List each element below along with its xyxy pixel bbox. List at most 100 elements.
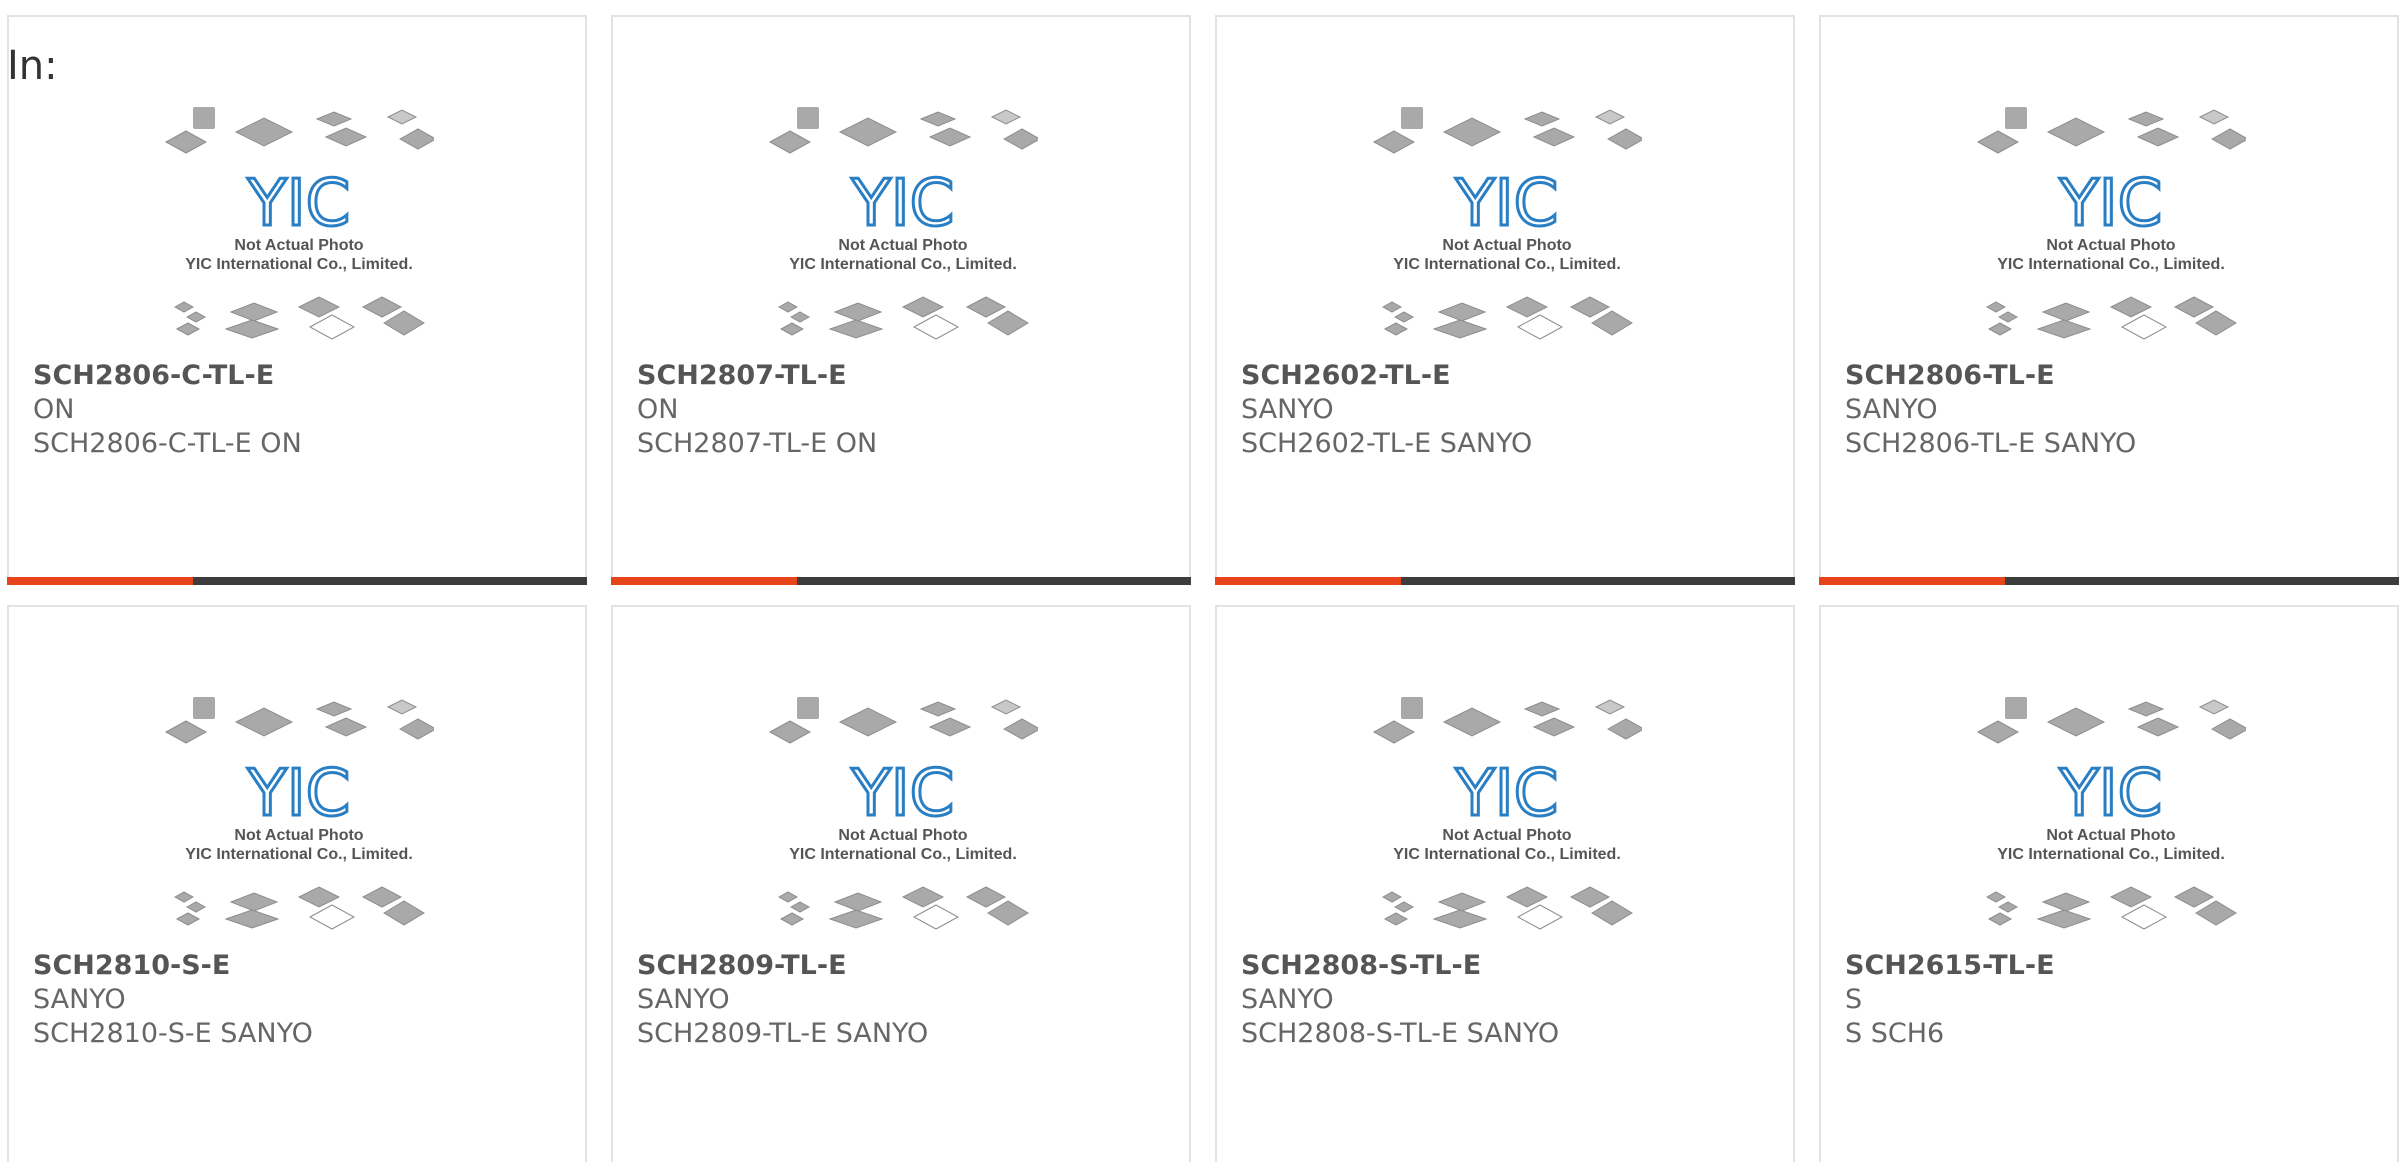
chip-shape xyxy=(928,127,972,147)
product-thumbnail[interactable]: YIC Not Actual Photo YIC International Co.… xyxy=(768,697,1038,937)
chip-shape xyxy=(828,909,884,929)
placeholder-graphic: YICNot Actual Photo YIC International Co.… xyxy=(1372,107,1642,340)
chip-shape xyxy=(383,900,425,926)
chip-shape xyxy=(1606,128,1642,150)
chip-shape xyxy=(777,891,799,903)
thumbnail-caption-1: Not Actual Photo xyxy=(2046,827,2175,844)
card-bar-accent xyxy=(7,577,193,585)
thumbnail-caption-2: YIC International Co., Limited. xyxy=(1997,846,2225,863)
chip-shape xyxy=(2195,310,2237,336)
product-thumbnail[interactable]: YIC Not Actual Photo YIC International Co.… xyxy=(1372,697,1642,937)
chip-shape xyxy=(1591,900,1633,926)
product-part-number[interactable]: SCH2809-TL-E xyxy=(637,950,847,981)
product-part-number[interactable]: SCH2602-TL-E xyxy=(1241,360,1451,391)
product-brand: ON xyxy=(637,394,679,425)
placeholder-graphic: YICNot Actual Photo YIC International Co.… xyxy=(164,697,434,930)
chip-shape xyxy=(2005,107,2027,129)
chip-shape xyxy=(1523,701,1561,717)
product-card[interactable]: YIC Not Actual Photo YIC International Co.… xyxy=(1819,15,2399,585)
in-label: In: xyxy=(7,43,58,89)
card-bar-accent xyxy=(611,577,797,585)
chip-shape xyxy=(308,904,356,930)
chip-shape xyxy=(185,311,207,323)
chip-shape xyxy=(315,111,353,127)
chip-shape xyxy=(1569,886,1611,908)
chip-shape xyxy=(324,717,368,737)
chip-shape xyxy=(173,891,195,903)
product-thumbnail[interactable]: YIC Not Actual Photo YIC International Co.… xyxy=(1372,107,1642,347)
product-thumbnail[interactable]: YIC Not Actual Photo YIC International Co.… xyxy=(1976,697,2246,937)
product-part-number[interactable]: SCH2806-C-TL-E xyxy=(33,360,274,391)
chip-shape xyxy=(1393,311,1415,323)
product-part-number[interactable]: SCH2615-TL-E xyxy=(1845,950,2055,981)
placeholder-graphic: YICNot Actual Photo YIC International Co.… xyxy=(1976,107,2246,340)
chip-shape xyxy=(361,886,403,908)
thumbnail-caption-2: YIC International Co., Limited. xyxy=(185,846,413,863)
product-thumbnail[interactable]: YIC Not Actual Photo YIC International Co.… xyxy=(768,107,1038,347)
product-description: SCH2806-C-TL-E ON xyxy=(33,428,302,459)
thumbnail-caption-1: Not Actual Photo xyxy=(234,827,363,844)
chip-shape xyxy=(1532,127,1576,147)
chip-shape xyxy=(1372,130,1416,154)
chip-shape xyxy=(1432,909,1488,929)
chip-shape xyxy=(1594,699,1626,715)
chip-shape xyxy=(386,109,418,125)
chip-shape xyxy=(2109,296,2153,318)
chip-shape xyxy=(919,111,957,127)
product-thumbnail[interactable]: YIC Not Actual Photo YIC International Co.… xyxy=(164,107,434,347)
chip-shape xyxy=(779,912,805,926)
chip-shape xyxy=(1383,322,1409,336)
thumbnail-caption-2: YIC International Co., Limited. xyxy=(789,846,1017,863)
thumbnail-caption-1: Not Actual Photo xyxy=(1442,237,1571,254)
chip-shape xyxy=(2036,319,2092,339)
chip-shape xyxy=(768,130,812,154)
chip-shape xyxy=(2198,699,2230,715)
chip-shape xyxy=(229,892,279,912)
product-part-number[interactable]: SCH2810-S-E xyxy=(33,950,230,981)
chip-shape xyxy=(386,699,418,715)
product-thumbnail[interactable]: YIC Not Actual Photo YIC International Co.… xyxy=(164,697,434,937)
chip-shape xyxy=(1987,322,2013,336)
product-brand: SANYO xyxy=(1845,394,1938,425)
chip-shape xyxy=(912,314,960,340)
chip-shape xyxy=(2120,314,2168,340)
product-thumbnail[interactable]: YIC Not Actual Photo YIC International Co.… xyxy=(1976,107,2246,347)
chip-shape xyxy=(1442,117,1502,147)
product-description: S SCH6 xyxy=(1845,1018,1945,1049)
product-card[interactable]: YIC Not Actual Photo YIC International Co.… xyxy=(1215,15,1795,585)
chip-shape xyxy=(224,909,280,929)
chip-shape xyxy=(224,319,280,339)
chip-shape xyxy=(2036,909,2092,929)
chip-shape xyxy=(1987,912,2013,926)
card-bottom-bar xyxy=(1215,577,1795,585)
thumbnail-caption-1: Not Actual Photo xyxy=(234,237,363,254)
chip-shape xyxy=(173,301,195,313)
chip-shape xyxy=(2041,302,2091,322)
product-part-number[interactable]: SCH2808-S-TL-E xyxy=(1241,950,1481,981)
product-part-number[interactable]: SCH2806-TL-E xyxy=(1845,360,2055,391)
product-card[interactable]: YIC Not Actual Photo YIC International Co.… xyxy=(611,15,1191,585)
product-card[interactable]: YIC Not Actual Photo YIC International Co.… xyxy=(7,605,587,1162)
chip-shape xyxy=(990,109,1022,125)
product-card[interactable]: YIC Not Actual Photo YIC International Co.… xyxy=(1215,605,1795,1162)
chip-shape xyxy=(1997,901,2019,913)
chip-shape xyxy=(2210,718,2246,740)
chip-shape xyxy=(2046,117,2106,147)
chip-shape xyxy=(901,886,945,908)
product-card[interactable]: YIC Not Actual Photo YIC International Co.… xyxy=(611,605,1191,1162)
placeholder-graphic: YICNot Actual Photo YIC International Co.… xyxy=(1976,697,2246,930)
chip-shape xyxy=(833,302,883,322)
thumbnail-caption-2: YIC International Co., Limited. xyxy=(1997,256,2225,273)
chip-shape xyxy=(1372,720,1416,744)
chip-shape xyxy=(164,130,208,154)
chip-shape xyxy=(297,296,341,318)
chip-shape xyxy=(777,301,799,313)
chip-shape xyxy=(1002,128,1038,150)
product-card[interactable]: YIC Not Actual Photo YIC International Co.… xyxy=(1819,605,2399,1162)
product-card[interactable]: YIC Not Actual Photo YIC International Co.… xyxy=(7,15,587,585)
product-description: SCH2806-TL-E SANYO xyxy=(1845,428,2137,459)
product-part-number[interactable]: SCH2807-TL-E xyxy=(637,360,847,391)
chip-shape xyxy=(2127,701,2165,717)
chip-shape xyxy=(1985,891,2007,903)
thumbnail-caption-2: YIC International Co., Limited. xyxy=(1393,846,1621,863)
